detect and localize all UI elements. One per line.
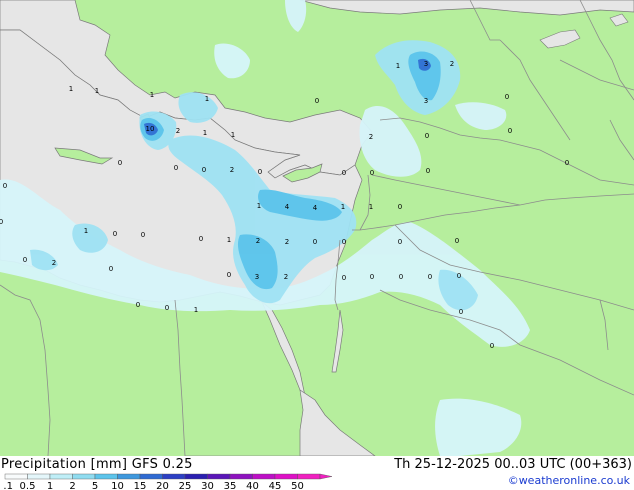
precip-value-label: 0	[455, 237, 459, 245]
colorbar-swatch	[117, 473, 141, 480]
colorbar-arrow-tip	[319, 473, 333, 480]
colorbar-swatch	[139, 473, 163, 480]
precip-value-label: 1	[150, 91, 154, 99]
precip-value-label: 0	[398, 238, 402, 246]
precip-value-label: 0	[426, 167, 430, 175]
precip-value-label: 3	[255, 273, 259, 281]
precip-value-label: 1	[257, 202, 261, 210]
precip-value-label: 0	[398, 203, 402, 211]
precip-value-label: 2	[230, 166, 234, 174]
legend-panel: Precipitation [mm] GFS 0.25 Th 25-12-202…	[0, 456, 634, 490]
precip-value-label: 0	[258, 168, 262, 176]
precip-value-label: 1	[69, 85, 73, 93]
colorbar-swatch	[207, 473, 231, 480]
precipitation-colorbar: 0.10.5125101520253035404550	[4, 473, 333, 490]
precip-value-label: 0	[565, 159, 569, 167]
colorbar-swatch	[49, 473, 73, 480]
precip-value-label: 0	[174, 164, 178, 172]
precip-value-label: 0	[342, 169, 346, 177]
colorbar-swatch	[229, 473, 253, 480]
precip-value-label: 0	[370, 273, 374, 281]
precip-value-label: 4	[313, 204, 318, 212]
colorbar-tick-label: 5	[92, 481, 98, 490]
colorbar-tick-label: 50	[291, 481, 304, 490]
legend-title: Precipitation [mm] GFS 0.25	[1, 457, 193, 472]
colorbar-tick-label: 0.1	[4, 481, 13, 490]
precip-value-label: 0	[202, 166, 206, 174]
precip-value-label: 0	[490, 342, 494, 350]
precip-value-label: 0	[425, 132, 429, 140]
precip-value-label: 0	[199, 235, 203, 243]
precip-value-label: 0	[109, 265, 113, 273]
colorbar-swatch	[274, 473, 298, 480]
precip-value-label: 0	[459, 308, 463, 316]
precip-value-label: 3	[424, 97, 428, 105]
precip-value-label: 0	[118, 159, 122, 167]
precip-value-label: 1	[369, 203, 373, 211]
colorbar-swatch	[297, 473, 321, 480]
precip-value-label: 0	[370, 169, 374, 177]
precip-value-label: 0	[457, 272, 461, 280]
precip-value-label: 2	[284, 273, 288, 281]
colorbar-tick-label: 15	[134, 481, 147, 490]
precip-value-label: 2	[256, 237, 260, 245]
colorbar-swatch	[162, 473, 186, 480]
precip-value-label: 10	[146, 125, 155, 133]
precip-value-label: 0	[3, 182, 7, 190]
precip-value-label: 1	[341, 203, 345, 211]
colorbar-swatch	[72, 473, 96, 480]
precip-value-label: 0	[508, 127, 512, 135]
precip-value-label: 0	[227, 271, 231, 279]
precip-value-label: 0	[342, 274, 346, 282]
colorbar-swatch	[252, 473, 276, 480]
precip-value-label: 1	[84, 227, 88, 235]
precip-value-label: 0	[428, 273, 432, 281]
precip-value-label: 0	[0, 218, 3, 226]
forecast-datetime: Th 25-12-2025 00..03 UTC (00+363)	[394, 457, 632, 472]
credit-link[interactable]: ©weatheronline.co.uk	[508, 474, 630, 487]
colorbar-tick-label: 40	[246, 481, 259, 490]
colorbar-swatch	[27, 473, 51, 480]
colorbar-tick-label: 35	[224, 481, 237, 490]
precip-value-label: 0	[399, 273, 403, 281]
precip-value-label: 2	[176, 127, 180, 135]
colorbar-tick-label: 25	[179, 481, 192, 490]
precip-value-label: 1	[95, 87, 99, 95]
precip-value-label: 1	[205, 95, 209, 103]
colorbar-swatch	[4, 473, 28, 480]
colorbar-swatch	[184, 473, 208, 480]
precip-value-label: 2	[285, 238, 289, 246]
colorbar-tick-label: 45	[269, 481, 282, 490]
colorbar-tick-label: 30	[201, 481, 214, 490]
precip-value-label: 2	[369, 133, 373, 141]
precip-value-label: 3	[424, 60, 428, 68]
precip-value-label: 1	[396, 62, 400, 70]
precip-value-label: 0	[313, 238, 317, 246]
precip-value-label: 0	[23, 256, 27, 264]
precip-value-label: 0	[141, 231, 145, 239]
precip-value-label: 0	[165, 304, 169, 312]
colorbar-tick-label: 10	[111, 481, 124, 490]
precipitation-map: 1 1 1 1 01 3 23 010 2 1 1 2 0000 0 2 0 0 0 0001 4 4 1 1 001 0 0 0 1…	[0, 0, 634, 456]
precip-value-label: 2	[450, 60, 454, 68]
precip-value-label: 0	[136, 301, 140, 309]
precip-value-label: 2	[52, 259, 56, 267]
colorbar-tick-label: 2	[69, 481, 75, 490]
precip-value-label: 4	[285, 203, 290, 211]
precip-value-label: 1	[203, 129, 207, 137]
precip-value-label: 1	[231, 131, 235, 139]
colorbar-swatch	[94, 473, 118, 480]
precip-value-label: 0	[505, 93, 509, 101]
colorbar-tick-label: 0.5	[20, 481, 36, 490]
colorbar-tick-label: 1	[47, 481, 53, 490]
precip-value-label: 0	[113, 230, 117, 238]
colorbar-tick-label: 20	[156, 481, 169, 490]
precip-value-label: 0	[315, 97, 319, 105]
precip-value-label: 1	[227, 236, 231, 244]
precip-value-label: 0	[342, 238, 346, 246]
precip-value-label: 1	[194, 306, 198, 314]
precipitation-map-view: 1 1 1 1 0 1 3 2 3 0 10 2 1 1 2 0 0 0 0 0 2 0 0 0 0 0 0 1 4 4 1 1 0 0 1 0 0 0 1…	[0, 0, 634, 490]
